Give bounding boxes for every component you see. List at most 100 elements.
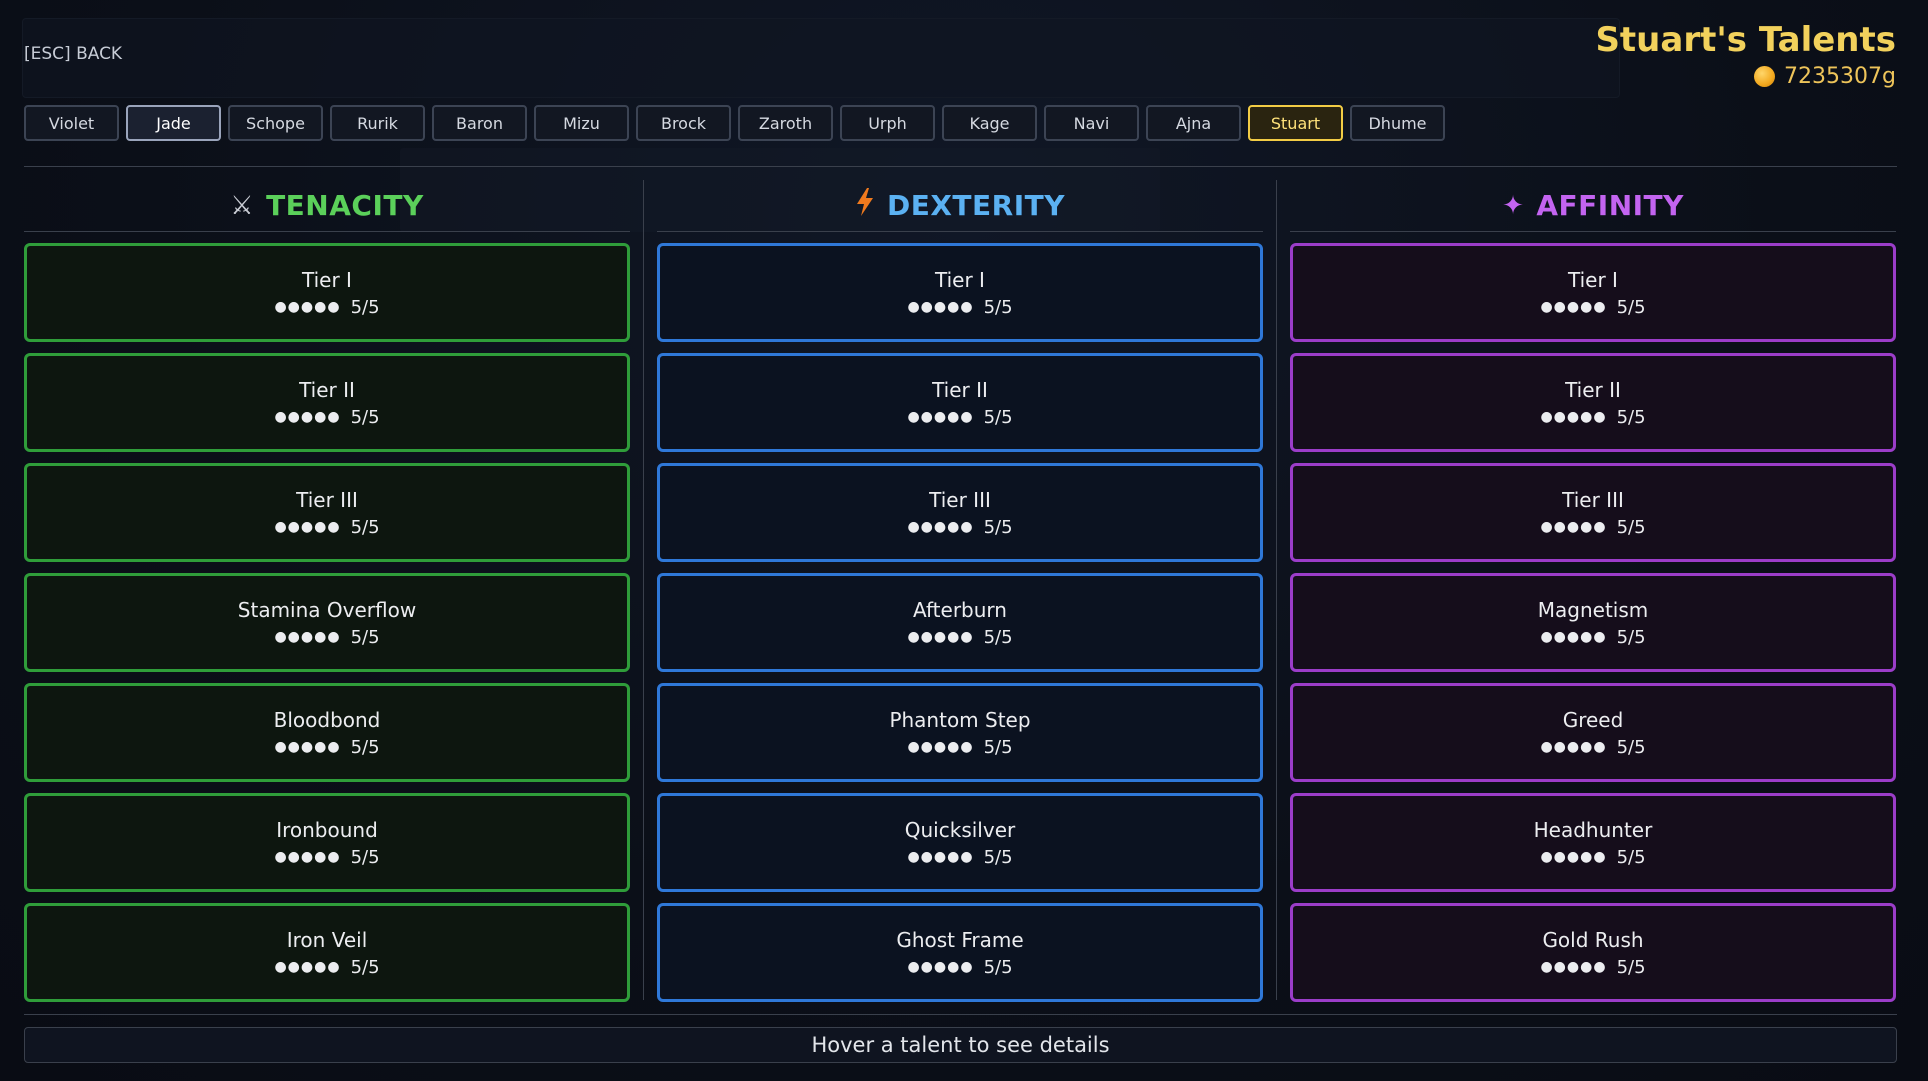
talent-name: Greed <box>1562 707 1624 732</box>
talent-rank: 5/5 <box>350 956 380 978</box>
talent-rank: 5/5 <box>983 846 1013 868</box>
talent-card[interactable]: Headhunter ●●●●● 5/5 <box>1290 793 1896 892</box>
top-divider <box>24 166 1897 167</box>
details-hint: Hover a talent to see details <box>811 1033 1110 1057</box>
talent-card[interactable]: Ironbound ●●●●● 5/5 <box>24 793 630 892</box>
page-title: Stuart's Talents <box>1595 20 1896 60</box>
talent-rank: 5/5 <box>983 516 1013 538</box>
talent-card[interactable]: Greed ●●●●● 5/5 <box>1290 683 1896 782</box>
talent-progress: ●●●●● 5/5 <box>907 517 1012 538</box>
talent-card[interactable]: Afterburn ●●●●● 5/5 <box>657 573 1263 672</box>
esc-back-button[interactable]: [ESC] BACK <box>24 44 122 64</box>
talent-progress: ●●●●● 5/5 <box>907 957 1012 978</box>
talent-name: Tier I <box>302 267 352 292</box>
talent-card[interactable]: Phantom Step ●●●●● 5/5 <box>657 683 1263 782</box>
rank-dots: ●●●●● <box>907 519 974 535</box>
talent-name: Stamina Overflow <box>237 597 417 622</box>
talent-rank: 5/5 <box>350 736 380 758</box>
affinity-tree: ✦ AFFINITY Tier I ●●●●● 5/5 Tier II ●●●●● 5/5… <box>1290 180 1896 1002</box>
character-tab-kage[interactable]: Kage <box>942 105 1037 141</box>
rank-dots: ●●●●● <box>1540 629 1607 645</box>
rank-dots: ●●●●● <box>1540 739 1607 755</box>
talent-card[interactable]: Quicksilver ●●●●● 5/5 <box>657 793 1263 892</box>
talent-progress: ●●●●● 5/5 <box>1540 847 1645 868</box>
talent-card[interactable]: Tier III ●●●●● 5/5 <box>1290 463 1896 562</box>
character-tab-navi[interactable]: Navi <box>1044 105 1139 141</box>
tenacity-talent-list: Tier I ●●●●● 5/5 Tier II ●●●●● 5/5 Tier III ●●●… <box>24 243 630 1002</box>
talent-card[interactable]: Tier II ●●●●● 5/5 <box>657 353 1263 452</box>
talent-rank: 5/5 <box>983 736 1013 758</box>
character-tab-stuart[interactable]: Stuart <box>1248 105 1343 141</box>
rank-dots: ●●●●● <box>907 739 974 755</box>
character-tab-zaroth[interactable]: Zaroth <box>738 105 833 141</box>
talent-progress: ●●●●● 5/5 <box>274 407 379 428</box>
character-tab-ajna[interactable]: Ajna <box>1146 105 1241 141</box>
affinity-talent-list: Tier I ●●●●● 5/5 Tier II ●●●●● 5/5 Tier III ●●●… <box>1290 243 1896 1002</box>
talent-rank: 5/5 <box>350 516 380 538</box>
gold-counter: 7235307g <box>1754 64 1896 89</box>
character-tab-schope[interactable]: Schope <box>228 105 323 141</box>
character-tab-dhume[interactable]: Dhume <box>1350 105 1445 141</box>
talent-card[interactable]: Gold Rush ●●●●● 5/5 <box>1290 903 1896 1002</box>
tenacity-title: TENACITY <box>266 189 424 222</box>
talent-name: Tier I <box>1568 267 1618 292</box>
talent-card[interactable]: Tier II ●●●●● 5/5 <box>1290 353 1896 452</box>
talent-name: Tier III <box>929 487 991 512</box>
rank-dots: ●●●●● <box>274 849 341 865</box>
column-divider <box>643 180 644 1000</box>
talent-card[interactable]: Stamina Overflow ●●●●● 5/5 <box>24 573 630 672</box>
talent-rank: 5/5 <box>350 296 380 318</box>
rank-dots: ●●●●● <box>274 739 341 755</box>
talent-rank: 5/5 <box>1616 846 1646 868</box>
talent-name: Tier II <box>1565 377 1621 402</box>
talent-card[interactable]: Tier I ●●●●● 5/5 <box>657 243 1263 342</box>
character-tab-baron[interactable]: Baron <box>432 105 527 141</box>
character-tab-mizu[interactable]: Mizu <box>534 105 629 141</box>
talent-rank: 5/5 <box>983 296 1013 318</box>
talent-rank: 5/5 <box>1616 956 1646 978</box>
talent-card[interactable]: Tier I ●●●●● 5/5 <box>24 243 630 342</box>
talent-card[interactable]: Tier III ●●●●● 5/5 <box>657 463 1263 562</box>
rank-dots: ●●●●● <box>1540 849 1607 865</box>
talent-card[interactable]: Magnetism ●●●●● 5/5 <box>1290 573 1896 672</box>
talent-rank: 5/5 <box>350 626 380 648</box>
affinity-title: AFFINITY <box>1536 189 1684 222</box>
character-tab-rurik[interactable]: Rurik <box>330 105 425 141</box>
talent-name: Phantom Step <box>889 707 1031 732</box>
talent-card[interactable]: Bloodbond ●●●●● 5/5 <box>24 683 630 782</box>
tenacity-header: ⚔ TENACITY <box>24 180 630 232</box>
talent-card[interactable]: Tier II ●●●●● 5/5 <box>24 353 630 452</box>
talent-rank: 5/5 <box>1616 516 1646 538</box>
character-tab-brock[interactable]: Brock <box>636 105 731 141</box>
character-tab-jade[interactable]: Jade <box>126 105 221 141</box>
talent-name: Magnetism <box>1537 597 1649 622</box>
rank-dots: ●●●●● <box>907 849 974 865</box>
rank-dots: ●●●●● <box>1540 959 1607 975</box>
talent-progress: ●●●●● 5/5 <box>1540 737 1645 758</box>
talent-name: Ironbound <box>276 817 378 842</box>
talent-progress: ●●●●● 5/5 <box>274 297 379 318</box>
rank-dots: ●●●●● <box>907 959 974 975</box>
talent-card[interactable]: Tier I ●●●●● 5/5 <box>1290 243 1896 342</box>
talent-rank: 5/5 <box>983 626 1013 648</box>
crossed-swords-icon: ⚔ <box>230 190 255 221</box>
talent-progress: ●●●●● 5/5 <box>1540 297 1645 318</box>
talent-name: Quicksilver <box>904 817 1016 842</box>
character-tab-urph[interactable]: Urph <box>840 105 935 141</box>
talent-rank: 5/5 <box>1616 296 1646 318</box>
gold-amount: 7235307g <box>1784 64 1896 89</box>
talent-name: Tier I <box>935 267 985 292</box>
talent-card[interactable]: Ghost Frame ●●●●● 5/5 <box>657 903 1263 1002</box>
talent-name: Tier III <box>1562 487 1624 512</box>
rank-dots: ●●●●● <box>907 409 974 425</box>
sparkle-icon: ✦ <box>1502 190 1525 221</box>
talent-card[interactable]: Tier III ●●●●● 5/5 <box>24 463 630 562</box>
background-character-panel <box>22 18 1620 98</box>
character-tab-violet[interactable]: Violet <box>24 105 119 141</box>
column-divider <box>1276 180 1277 1000</box>
talent-card[interactable]: Iron Veil ●●●●● 5/5 <box>24 903 630 1002</box>
bottom-divider <box>24 1014 1897 1015</box>
talent-progress: ●●●●● 5/5 <box>907 737 1012 758</box>
talent-rank: 5/5 <box>1616 736 1646 758</box>
talent-progress: ●●●●● 5/5 <box>1540 627 1645 648</box>
